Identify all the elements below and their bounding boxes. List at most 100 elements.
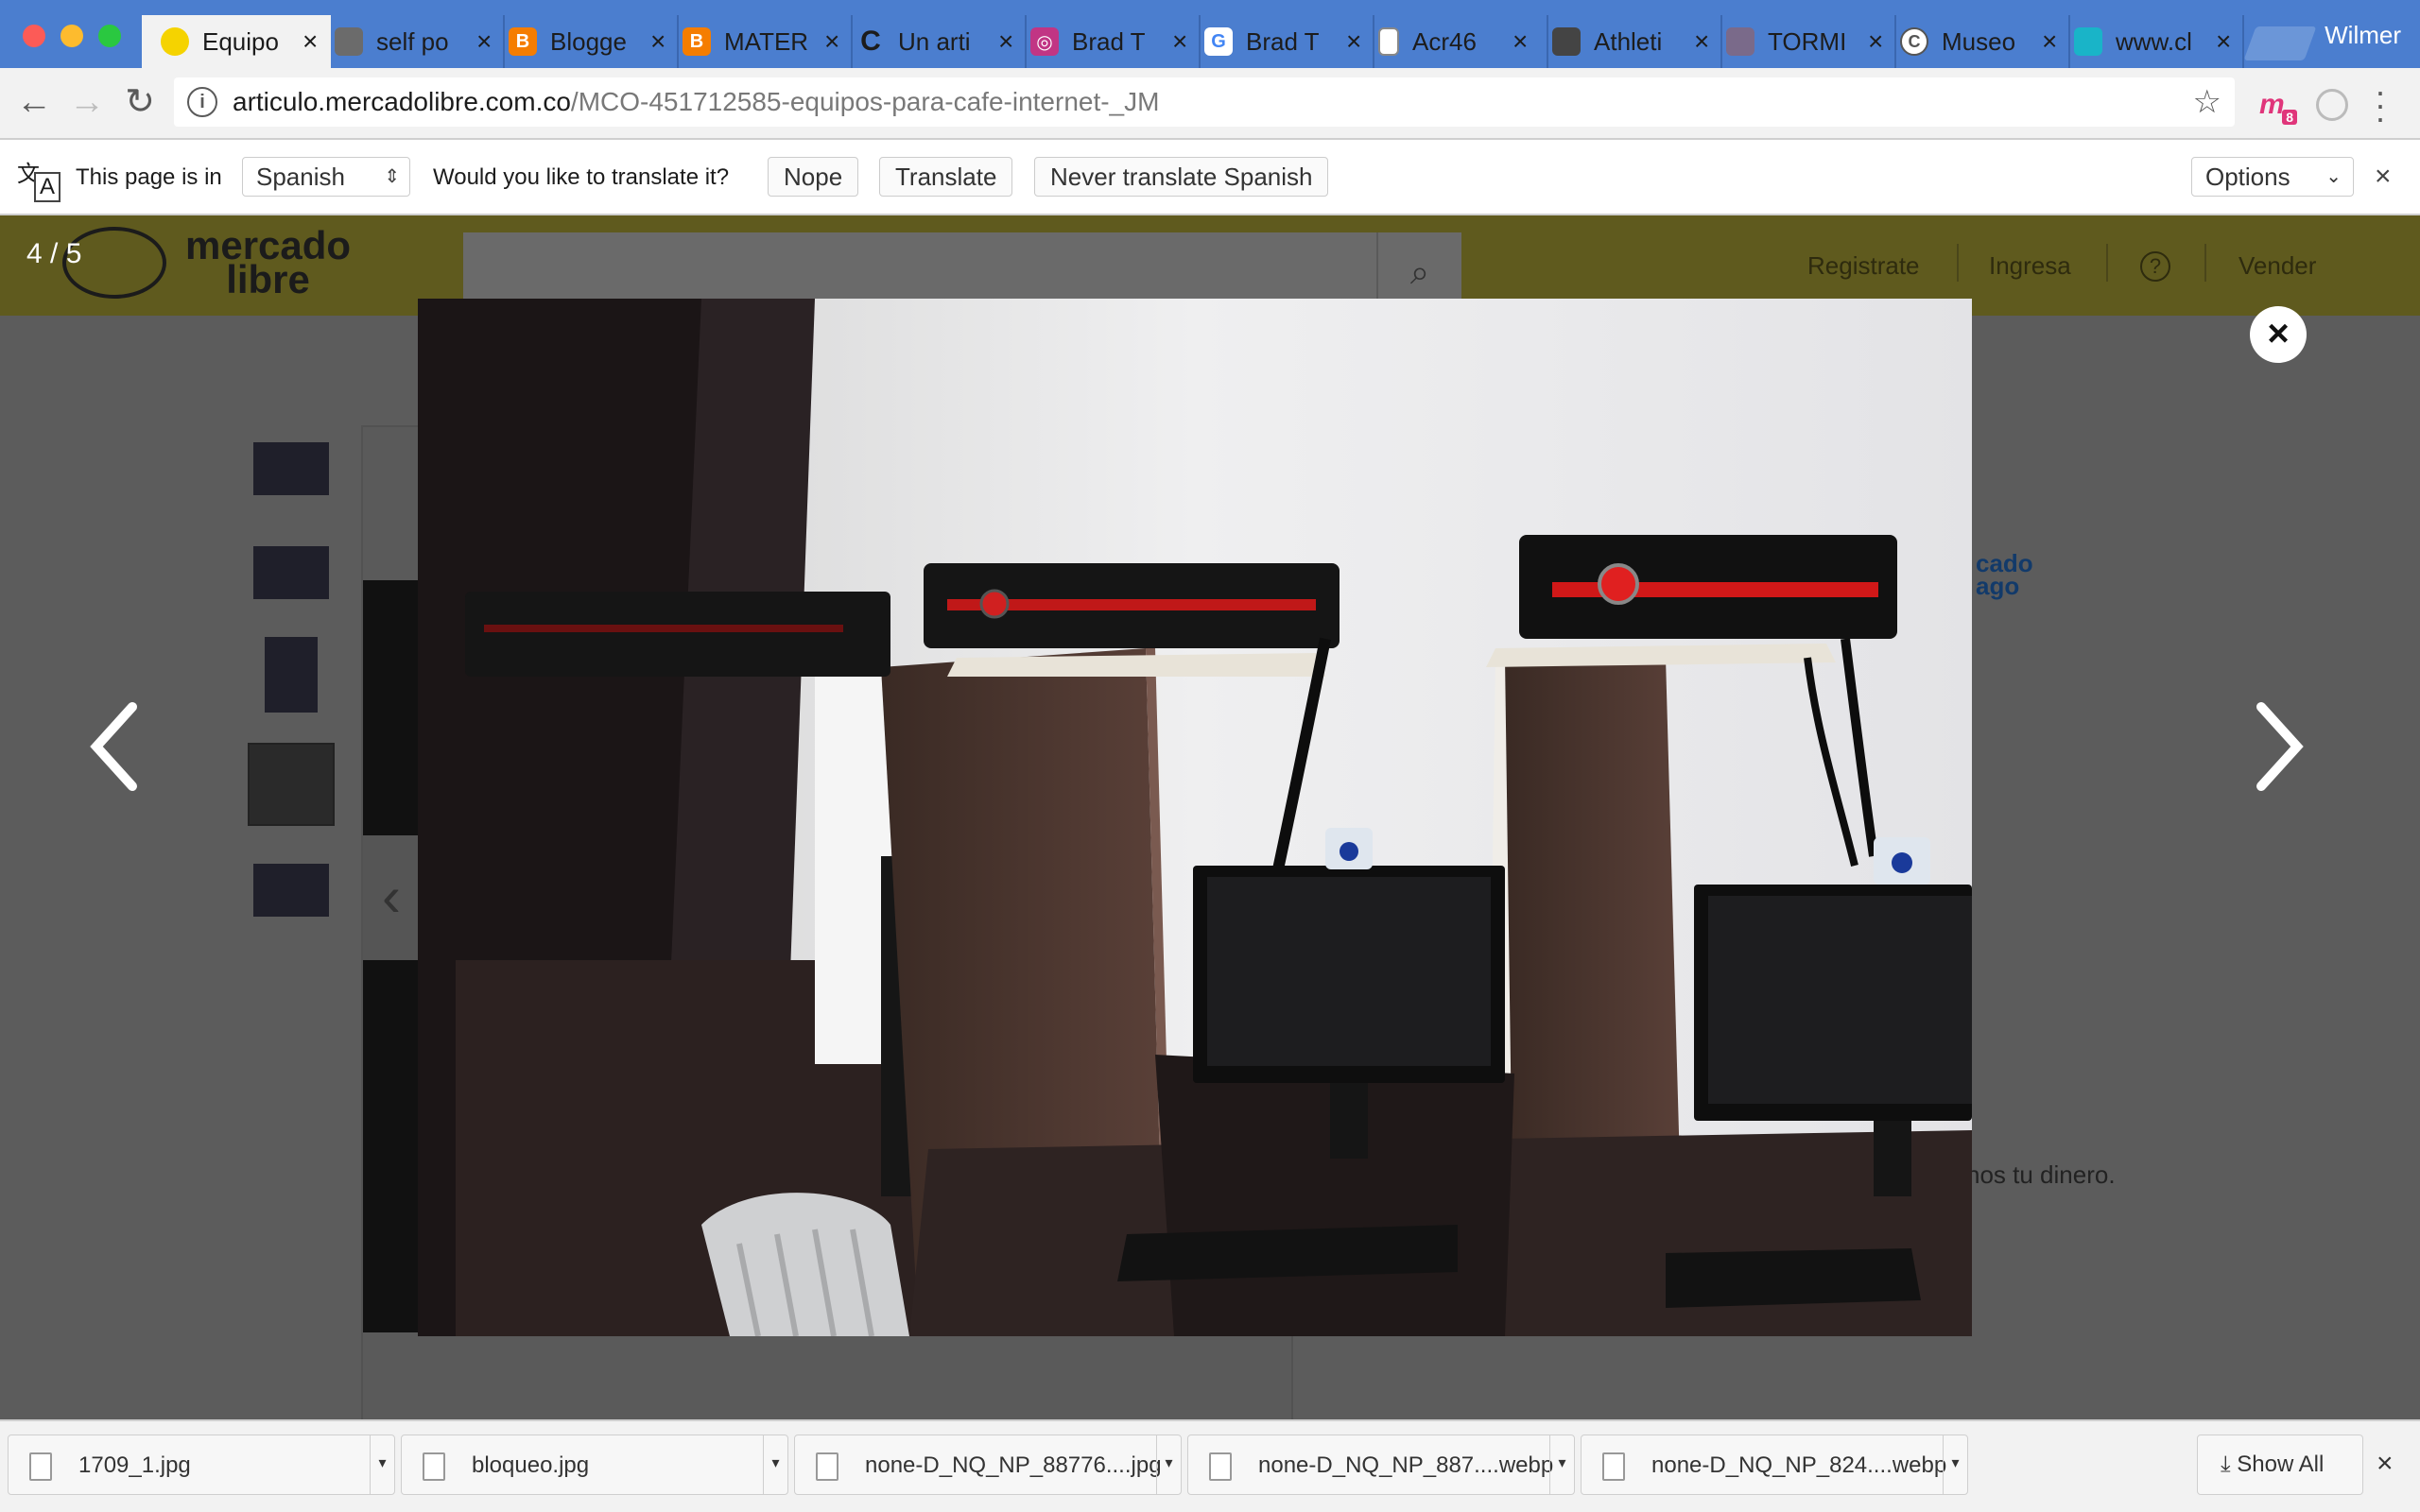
tab-7[interactable]: Acr46 × — [1359, 15, 1548, 68]
file-icon — [1209, 1452, 1232, 1481]
mercadopago-logo: cado ago — [1976, 551, 2033, 600]
download-shelf: 1709_1.jpg ▾ bloqueo.jpg ▾ none-D_NQ_NP_… — [0, 1419, 2420, 1512]
forward-arrow-icon[interactable]: → — [68, 83, 106, 121]
reload-icon[interactable]: ↻ — [121, 83, 159, 121]
chevron-down-icon[interactable]: ▾ — [763, 1435, 787, 1494]
back-arrow-icon[interactable]: ← — [15, 83, 53, 121]
tab-11[interactable]: www.cl × — [2055, 15, 2244, 68]
tab-2[interactable]: B Blogge × — [490, 15, 679, 68]
download-filename: none-D_NQ_NP_824....webp — [1651, 1452, 1947, 1478]
blogger-icon: B — [683, 27, 711, 56]
extension-m-icon[interactable]: m8 — [2259, 89, 2297, 125]
menu-icon[interactable]: · · · — [2375, 75, 2386, 135]
help-icon[interactable]: ? — [2140, 251, 2170, 282]
file-icon — [1602, 1452, 1625, 1481]
extension-badge: 8 — [2282, 110, 2297, 125]
image-icon — [335, 27, 363, 56]
chevron-left-icon[interactable] — [87, 699, 144, 794]
download-filename: 1709_1.jpg — [78, 1452, 191, 1478]
toolbar: ← → ↻ i articulo.mercadolibre.com.co/MCO… — [0, 68, 2420, 140]
new-tab-button[interactable] — [2243, 26, 2317, 60]
tab-title: Acr46 — [1412, 26, 1477, 56]
show-all-button[interactable]: ⤓ Show All — [2197, 1435, 2363, 1495]
show-all-label: Show All — [2237, 1452, 2325, 1477]
close-icon[interactable]: × — [2375, 161, 2392, 193]
profile-name[interactable]: Wilmer — [2325, 21, 2401, 50]
url-text: articulo.mercadolibre.com.co/MCO-4517125… — [233, 87, 1159, 117]
tab-6[interactable]: G Brad T × — [1185, 15, 1374, 68]
download-filename: none-D_NQ_NP_887....webp — [1258, 1452, 1554, 1478]
tab-title: self po — [376, 26, 449, 56]
sell-link[interactable]: Vender — [2238, 251, 2316, 281]
options-select[interactable]: Options ⌄ — [2191, 157, 2354, 197]
gallery-thumbnail[interactable] — [265, 637, 318, 713]
nav-divider — [2204, 244, 2206, 282]
chevron-down-icon[interactable]: ▾ — [1943, 1435, 1967, 1494]
translate-prefix: This page is in — [76, 164, 222, 190]
mercadolibre-icon — [161, 27, 189, 56]
tab-title: MATER — [724, 26, 809, 56]
never-translate-button[interactable]: Never translate Spanish — [1034, 157, 1329, 197]
image-icon — [1726, 27, 1754, 56]
close-icon[interactable]: × — [2250, 306, 2307, 363]
download-item[interactable]: none-D_NQ_NP_88776....jpg ▾ — [794, 1435, 1182, 1495]
side-logo-line-2: ago — [1976, 572, 2020, 600]
chevron-down-icon[interactable]: ▾ — [1156, 1435, 1181, 1494]
download-icon: ⤓ — [2221, 1452, 2238, 1477]
register-link[interactable]: Registrate — [1807, 251, 1920, 281]
download-item[interactable]: bloqueo.jpg ▾ — [401, 1435, 788, 1495]
close-icon[interactable]: × — [2377, 1448, 2394, 1480]
tab-10[interactable]: C Museo × — [1881, 15, 2070, 68]
image-file-icon — [423, 1452, 445, 1481]
window-minimize-button[interactable] — [60, 25, 83, 47]
nav-divider — [1957, 244, 1959, 282]
tab-title: Un arti — [898, 26, 971, 56]
language-select[interactable]: Spanish ⇕ — [242, 157, 410, 197]
chevron-down-icon[interactable]: ▾ — [1549, 1435, 1574, 1494]
tab-8[interactable]: Athleti × — [1533, 15, 1722, 68]
download-item[interactable]: none-D_NQ_NP_887....webp ▾ — [1187, 1435, 1575, 1495]
chevron-right-icon[interactable] — [2250, 699, 2307, 794]
translate-button[interactable]: Translate — [879, 157, 1013, 197]
window-close-button[interactable] — [23, 25, 45, 47]
url-host: articulo.mercadolibre.com.co — [233, 87, 571, 116]
gallery-thumbnail[interactable] — [253, 546, 329, 599]
instagram-icon: ◎ — [1030, 27, 1059, 56]
chevron-left-icon[interactable]: ‹ — [363, 835, 420, 960]
tab-title: TORMI — [1768, 26, 1847, 56]
chevron-down-icon[interactable]: ▾ — [370, 1435, 394, 1494]
address-bar[interactable]: i articulo.mercadolibre.com.co/MCO-45171… — [174, 77, 2235, 127]
extension-icon[interactable] — [2316, 89, 2348, 121]
google-icon: G — [1204, 27, 1233, 56]
tab-close-icon[interactable]: × — [2216, 26, 2231, 57]
info-icon[interactable]: i — [187, 87, 217, 117]
computers-photo — [418, 299, 1972, 1336]
download-item[interactable]: 1709_1.jpg ▾ — [8, 1435, 395, 1495]
tab-9[interactable]: TORMI × — [1707, 15, 1896, 68]
translate-question: Would you like to translate it? — [433, 164, 730, 190]
tab-3[interactable]: B MATER × — [664, 15, 853, 68]
tab-title: Equipo — [202, 26, 279, 56]
site-logo-text[interactable]: mercado libre — [185, 226, 351, 301]
login-link[interactable]: Ingresa — [1989, 251, 2071, 281]
nope-button[interactable]: Nope — [768, 157, 859, 197]
tab-1[interactable]: self po × — [316, 15, 505, 68]
gallery-thumbnail[interactable] — [253, 864, 329, 917]
tab-title: Brad T — [1246, 26, 1320, 56]
url-path: /MCO-451712585-equipos-para-cafe-interne… — [570, 87, 1160, 116]
gallery-thumbnail-selected[interactable] — [248, 743, 335, 826]
tab-title: www.cl — [2116, 26, 2192, 56]
file-icon — [1378, 27, 1399, 56]
tab-5[interactable]: ◎ Brad T × — [1011, 15, 1201, 68]
logo-line-2: libre — [226, 257, 310, 301]
download-filename: bloqueo.jpg — [472, 1452, 590, 1478]
window-maximize-button[interactable] — [98, 25, 121, 47]
tab-close-icon[interactable]: × — [1512, 26, 1528, 57]
tab-0[interactable]: Equipo × — [142, 15, 331, 68]
download-item[interactable]: none-D_NQ_NP_824....webp ▾ — [1581, 1435, 1968, 1495]
bookmark-star-icon[interactable]: ☆ — [2193, 83, 2221, 121]
image-icon — [2074, 27, 2102, 56]
image-file-icon — [29, 1452, 52, 1481]
tab-4[interactable]: C Un arti × — [838, 15, 1027, 68]
gallery-thumbnail[interactable] — [253, 442, 329, 495]
